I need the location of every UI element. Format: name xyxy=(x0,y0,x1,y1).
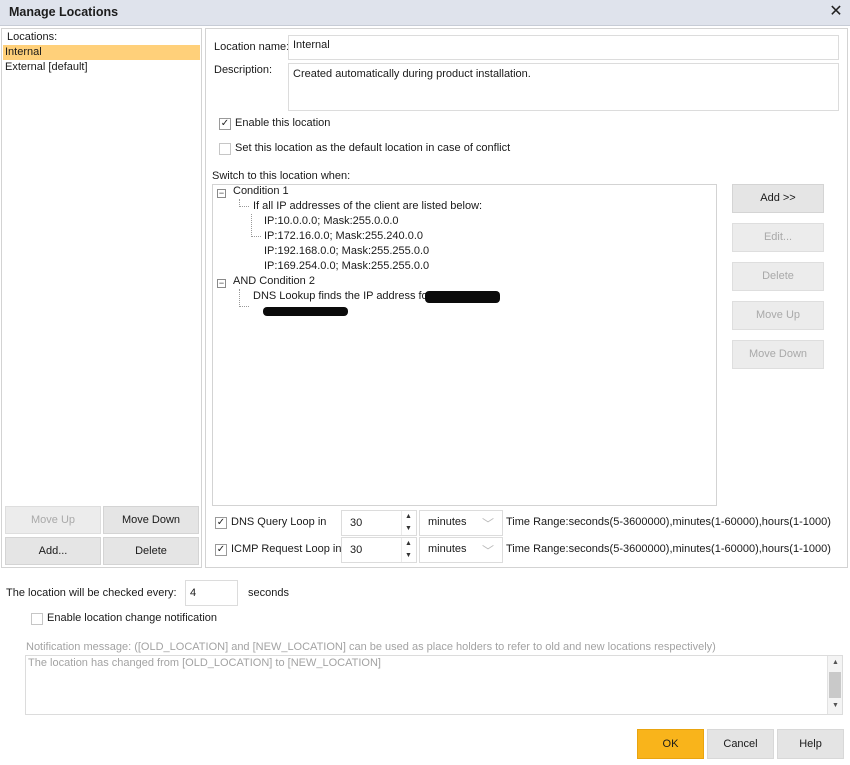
dns-loop-unit-value: minutes xyxy=(428,516,467,528)
ip-entry-1[interactable]: IP:10.0.0.0; Mask:255.0.0.0 xyxy=(264,215,399,227)
tree-line xyxy=(251,214,252,237)
notification-message-input[interactable]: The location has changed from [OLD_LOCAT… xyxy=(25,655,843,715)
tree-line xyxy=(239,306,249,307)
conditions-tree[interactable]: − Condition 1 If all IP addresses of the… xyxy=(212,184,717,506)
add-condition-button[interactable]: Add >> xyxy=(732,184,824,213)
icmp-loop-stepper[interactable]: 30 ▲ ▼ xyxy=(341,537,417,563)
window-title: Manage Locations xyxy=(9,5,119,19)
check-interval-label: The location will be checked every: xyxy=(6,587,177,599)
description-label: Description: xyxy=(214,64,273,76)
dns-loop-checkbox[interactable] xyxy=(215,517,227,529)
help-button[interactable]: Help xyxy=(777,729,844,759)
move-up-location-button[interactable]: Move Up xyxy=(5,506,101,534)
edit-condition-button[interactable]: Edit... xyxy=(732,223,824,252)
enable-location-checkbox[interactable] xyxy=(219,118,231,130)
check-interval-unit: seconds xyxy=(248,587,289,599)
spin-up-icon[interactable]: ▲ xyxy=(401,538,415,550)
scroll-down-icon[interactable]: ▼ xyxy=(828,702,843,709)
chevron-down-icon: ﹀ xyxy=(481,517,494,531)
scroll-thumb[interactable] xyxy=(829,672,841,698)
default-location-label: Set this location as the default locatio… xyxy=(235,142,511,154)
chevron-down-icon: ﹀ xyxy=(481,544,494,558)
dns-loop-stepper[interactable]: 30 ▲ ▼ xyxy=(341,510,417,536)
condition2-description[interactable]: DNS Lookup finds the IP address for xyxy=(253,290,431,302)
locations-panel: Locations: Internal External [default] xyxy=(1,28,202,568)
add-location-button[interactable]: Add... xyxy=(5,537,101,565)
default-location-checkbox[interactable] xyxy=(219,143,231,155)
check-interval-input[interactable]: 4 xyxy=(185,580,238,606)
ip-entry-3[interactable]: IP:192.168.0.0; Mask:255.255.0.0 xyxy=(264,245,429,257)
collapse-condition1-icon[interactable]: − xyxy=(217,189,226,198)
location-item-external[interactable]: External [default] xyxy=(3,60,200,75)
spin-down-icon[interactable]: ▼ xyxy=(401,550,415,562)
scroll-up-icon[interactable]: ▲ xyxy=(828,659,843,666)
notification-message-text: The location has changed from [OLD_LOCAT… xyxy=(28,657,381,669)
delete-location-button[interactable]: Delete xyxy=(103,537,199,565)
tree-line xyxy=(239,289,240,307)
location-name-input[interactable]: Internal xyxy=(288,35,839,60)
title-bar xyxy=(0,0,850,26)
location-name-label: Location name: xyxy=(214,41,290,53)
move-down-location-button[interactable]: Move Down xyxy=(103,506,199,534)
icmp-loop-unit-value: minutes xyxy=(428,543,467,555)
condition1-node[interactable]: Condition 1 xyxy=(233,185,289,197)
tree-line xyxy=(251,236,261,237)
ip-entry-4[interactable]: IP:169.254.0.0; Mask:255.255.0.0 xyxy=(264,260,429,272)
close-icon[interactable]: ✕ xyxy=(827,3,845,21)
icmp-range-hint: Time Range:seconds(5-3600000),minutes(1-… xyxy=(506,543,831,555)
spin-down-icon[interactable]: ▼ xyxy=(401,523,415,535)
icmp-loop-checkbox[interactable] xyxy=(215,544,227,556)
notification-checkbox[interactable] xyxy=(31,613,43,625)
dns-loop-unit-select[interactable]: minutes ﹀ xyxy=(419,510,503,536)
description-input[interactable]: Created automatically during product ins… xyxy=(288,63,839,111)
collapse-condition2-icon[interactable]: − xyxy=(217,279,226,288)
redacted-hostname xyxy=(425,291,500,303)
tree-line xyxy=(239,206,249,207)
locations-header: Locations: xyxy=(7,31,58,43)
condition1-description[interactable]: If all IP addresses of the client are li… xyxy=(253,200,482,212)
dns-loop-label: DNS Query Loop in xyxy=(231,516,327,528)
condition2-node[interactable]: AND Condition 2 xyxy=(233,275,315,287)
notification-message-label: Notification message: ([OLD_LOCATION] an… xyxy=(26,641,716,653)
redacted-hostname xyxy=(263,307,348,316)
switch-when-label: Switch to this location when: xyxy=(212,170,351,182)
cancel-button[interactable]: Cancel xyxy=(707,729,774,759)
icmp-loop-value: 30 xyxy=(350,544,363,556)
icmp-loop-label: ICMP Request Loop in xyxy=(231,543,342,555)
icmp-loop-unit-select[interactable]: minutes ﹀ xyxy=(419,537,503,563)
move-up-condition-button[interactable]: Move Up xyxy=(732,301,824,330)
dns-range-hint: Time Range:seconds(5-3600000),minutes(1-… xyxy=(506,516,831,528)
ok-button[interactable]: OK xyxy=(637,729,704,759)
enable-location-label: Enable this location xyxy=(235,117,331,129)
ip-entry-2[interactable]: IP:172.16.0.0; Mask:255.240.0.0 xyxy=(264,230,423,242)
dns-loop-value: 30 xyxy=(350,517,363,529)
move-down-condition-button[interactable]: Move Down xyxy=(732,340,824,369)
location-item-internal[interactable]: Internal xyxy=(3,45,200,60)
spin-up-icon[interactable]: ▲ xyxy=(401,511,415,523)
notification-label: Enable location change notification xyxy=(47,612,218,624)
delete-condition-button[interactable]: Delete xyxy=(732,262,824,291)
